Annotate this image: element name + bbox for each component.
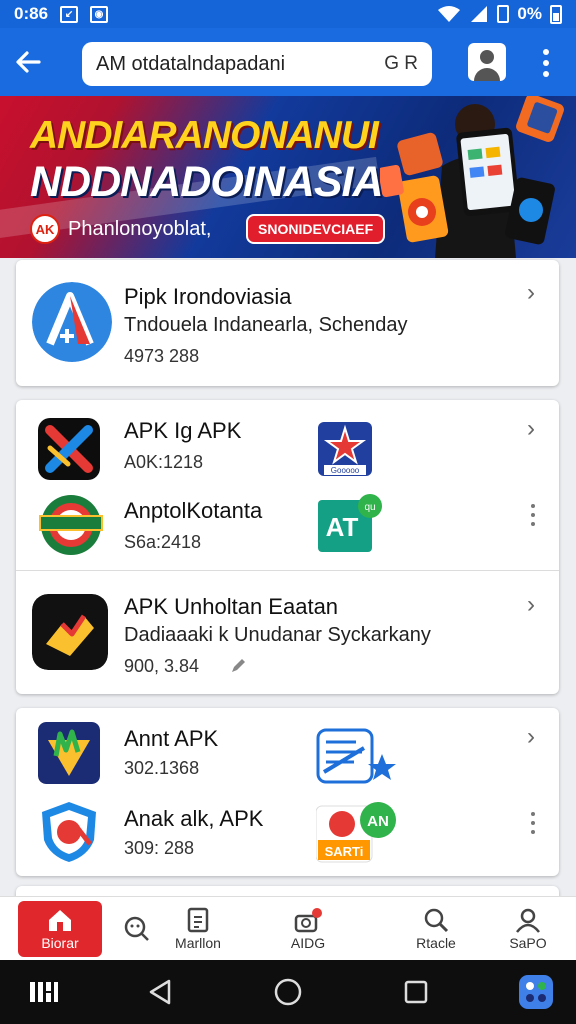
banner-subtitle-row: AK Phanlonoyoblat, xyxy=(30,214,211,244)
signal-icon xyxy=(471,6,488,22)
gear-star-icon xyxy=(316,728,396,784)
nav-aidg[interactable]: AIDG xyxy=(266,901,350,957)
recents-grid-icon[interactable] xyxy=(28,976,60,1008)
banner-button[interactable]: SNONIDEVCIAEF xyxy=(246,214,386,244)
at-logo-bubble: qu xyxy=(364,502,375,513)
banner-logo-icon: AK xyxy=(30,214,60,244)
app-list-card: Annt APK 302.1368 › Anak alk, APK 309: 2… xyxy=(16,708,559,876)
list-item[interactable]: APK Ig APK A0K:1218 Gooooo › xyxy=(16,400,559,486)
search-icon xyxy=(424,908,449,933)
assistant-icon[interactable] xyxy=(518,974,554,1010)
app-size: A0K:1218 xyxy=(124,452,204,472)
x-logo-icon xyxy=(38,418,100,480)
app-title: APK Ig APK xyxy=(124,418,242,443)
chevron-right-icon[interactable]: › xyxy=(520,725,542,749)
app-list-card: APK Ig APK A0K:1218 Gooooo › AnptolKotan… xyxy=(16,400,559,694)
account-avatar[interactable] xyxy=(468,43,506,81)
item-menu-button[interactable] xyxy=(528,812,538,834)
shield-logo-icon xyxy=(42,802,96,862)
featured-app-icon xyxy=(32,282,112,362)
nav-marllon-label: Marllon xyxy=(175,935,221,951)
featured-app-card[interactable]: Pipk Irondoviasia Tndouela Indanearla, S… xyxy=(16,260,559,386)
featured-app-subtitle: Tndouela Indanearla, Schenday xyxy=(124,314,408,336)
app-title: Annt APK xyxy=(124,726,219,751)
arrow-left-icon xyxy=(16,51,41,73)
list-item[interactable]: Annt APK 302.1368 › xyxy=(16,708,559,792)
bottom-navigation: Biorar Marllon AIDG Rtacle SaPO xyxy=(0,896,576,960)
avatar-body-icon xyxy=(474,68,500,81)
search-tail-text: G R xyxy=(384,53,418,74)
pencil-icon[interactable] xyxy=(230,658,246,674)
star-icon: Gooooo xyxy=(318,422,372,476)
sarti-icon: SARTi AN xyxy=(316,802,396,863)
app-title: AnptolKotanta xyxy=(124,498,263,523)
app-size: 900, 3.84 xyxy=(124,656,200,676)
app-size: 309: 288 xyxy=(124,838,195,858)
badge-logo-icon xyxy=(39,495,103,555)
app-title: Anak alk, APK xyxy=(124,806,264,831)
sarti-icon-text: SARTi xyxy=(325,844,364,859)
lightning-logo-icon xyxy=(32,594,108,670)
featured-app-title: Pipk Irondoviasia xyxy=(124,284,292,309)
app-size: 302.1368 xyxy=(124,758,200,778)
list-item[interactable]: AnptolKotanta S6a:2418 AT qu xyxy=(16,486,559,570)
sarti-icon-bubble: AN xyxy=(367,813,389,830)
triangle-logo-icon xyxy=(38,722,100,784)
camera-icon xyxy=(294,908,322,933)
banner-title-line1: ANDIARANONANUI xyxy=(30,114,379,157)
home-circle-icon[interactable] xyxy=(272,976,304,1008)
search-input[interactable]: AM otdatalndapadani G R xyxy=(82,42,432,86)
list-item[interactable]: Anak alk, APK 309: 288 SARTi AN xyxy=(16,792,559,876)
promo-banner[interactable]: ANDIARANONANUI NDDNADOINASIA AK Phanlono… xyxy=(0,96,576,258)
nav-home-label: Biorar xyxy=(41,935,79,951)
wifi-icon xyxy=(438,6,461,22)
chevron-right-icon[interactable]: › xyxy=(520,281,542,305)
battery-icon xyxy=(497,5,510,23)
at-logo-text: AT xyxy=(326,512,359,542)
at-logo-icon: AT qu xyxy=(318,494,382,552)
nav-rtacle[interactable]: Rtacle xyxy=(394,901,478,957)
chevron-right-icon[interactable]: › xyxy=(520,593,542,617)
nav-marllon[interactable]: Marllon xyxy=(156,901,240,957)
avatar-head-icon xyxy=(480,50,494,64)
nav-home[interactable]: Biorar xyxy=(18,901,102,957)
nav-rtacle-label: Rtacle xyxy=(416,935,456,951)
search-face-icon xyxy=(124,916,149,941)
divider xyxy=(16,570,559,571)
system-navigation-bar xyxy=(0,960,576,1024)
battery-percent: 0% xyxy=(517,4,542,23)
banner-subtitle: Phanlonoyoblat, xyxy=(68,217,212,240)
status-time: 0:86 xyxy=(14,4,49,23)
search-query: AM otdatalndapadani xyxy=(96,52,286,75)
more-options-button[interactable] xyxy=(532,46,560,80)
app-subtitle: Dadiaaaki k Unudanar Syckarkany xyxy=(124,624,431,646)
app-size: S6a:2418 xyxy=(124,532,202,552)
nav-aidg-label: AIDG xyxy=(290,935,326,951)
nav-profile[interactable]: SaPO xyxy=(486,901,570,957)
notification-download-icon: ↙ xyxy=(60,5,79,23)
app-title: APK Unholtan Eaatan xyxy=(124,594,339,619)
star-icon-caption: Gooooo xyxy=(331,466,360,475)
back-button[interactable] xyxy=(0,28,56,96)
banner-title-line2: NDDNADOINASIA xyxy=(30,158,383,206)
notification-eye-icon: ◉ xyxy=(90,5,109,23)
overview-square-icon[interactable] xyxy=(400,976,432,1008)
app-bar: AM otdatalndapadani G R xyxy=(0,28,576,96)
featured-app-size: 4973 288 xyxy=(124,346,200,366)
profile-icon xyxy=(516,908,540,933)
banner-illustration-icon xyxy=(380,96,564,258)
home-icon xyxy=(49,910,71,931)
item-menu-button[interactable] xyxy=(528,504,538,526)
back-triangle-icon[interactable] xyxy=(144,976,176,1008)
status-bar: 0:86 ↙ ◉ 0% xyxy=(0,0,576,28)
list-item[interactable]: APK Unholtan Eaatan Dadiaaaki k Unudanar… xyxy=(16,572,559,694)
chevron-right-icon[interactable]: › xyxy=(520,417,542,441)
nav-profile-label: SaPO xyxy=(509,935,547,951)
document-icon xyxy=(187,907,209,933)
battery-level-icon xyxy=(550,5,562,24)
